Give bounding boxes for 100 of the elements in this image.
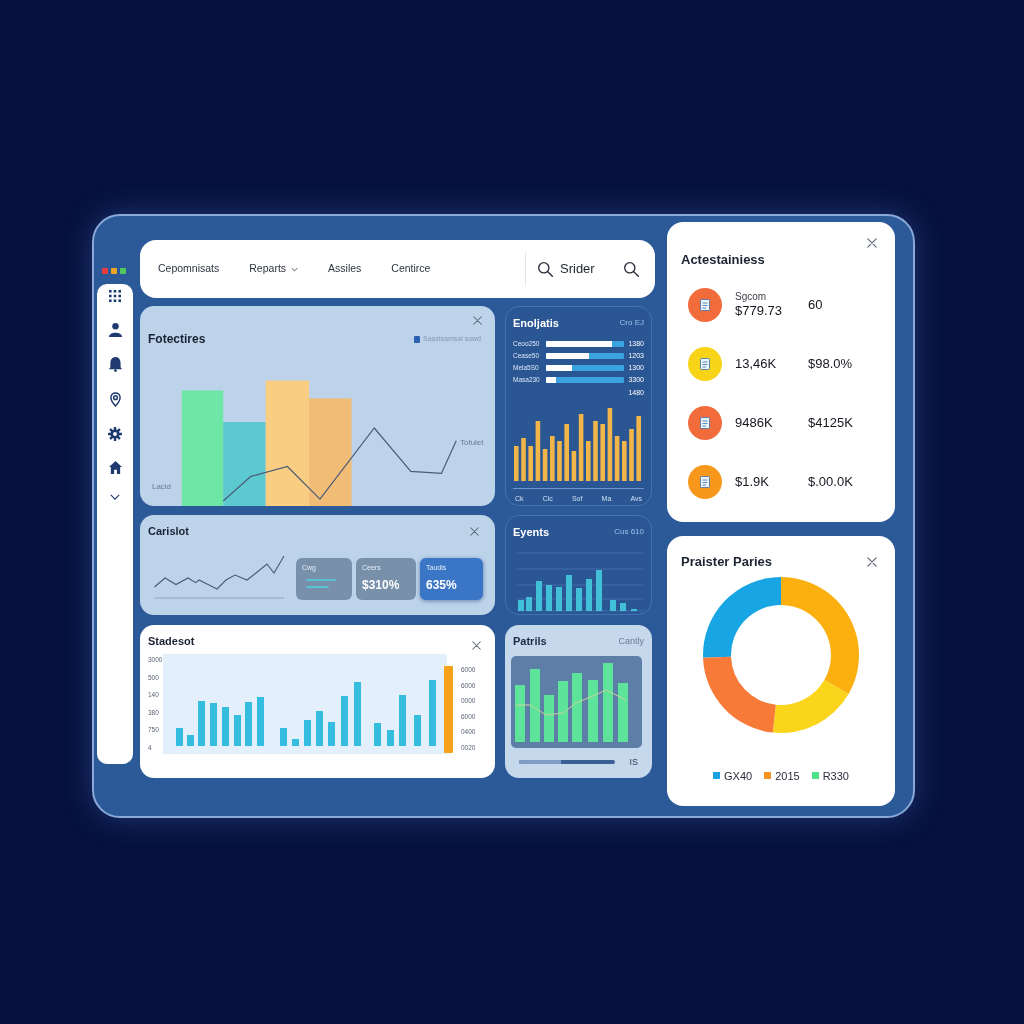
chart-bar [610,599,616,611]
chart-bar [257,697,264,746]
close-icon[interactable] [867,556,877,567]
chart-bar [399,695,406,746]
chart-bar [593,421,598,481]
close-icon[interactable] [867,238,877,248]
chart-bar [521,438,526,481]
card-title: Carislot [148,524,189,539]
chart-bar [316,711,323,746]
search-field[interactable]: Srider [560,259,614,279]
row-change: $98.0% [808,355,853,374]
chart-bar [429,680,436,746]
chart-bar [572,672,582,742]
chart-bar [198,701,205,746]
chevron-down-icon[interactable] [110,494,120,500]
nav-link[interactable]: Centirce [391,261,431,277]
chart-bar [596,569,602,611]
card-subtitle: Cro EJ [619,317,644,330]
bell-icon[interactable] [108,357,122,372]
line-label: Tofulet [460,437,484,447]
chart-bar [631,608,637,611]
chart-bar [636,416,641,481]
chart-bar [176,728,183,746]
axis-label: Lacid [152,482,171,492]
search-icon[interactable] [624,261,639,277]
chart-bar [518,599,524,611]
chart-bar [618,682,628,742]
row-value: $1.9K [735,474,770,490]
card-title: Stadesot [148,634,195,649]
caret-icon [291,266,299,272]
tile-value: $310% [362,577,401,594]
chart-bar [514,446,519,481]
scrollbar[interactable] [519,760,615,765]
chart-bar [374,723,381,746]
row-label: Sgcom [735,291,768,303]
grid-icon[interactable] [109,290,121,302]
chart-bar [528,446,533,481]
search-icon [538,261,553,277]
row-change: 60 [808,296,823,315]
home-icon[interactable] [108,461,122,474]
nav-link[interactable]: Cepomnisats [158,261,220,277]
row-change: $4125K [808,414,853,433]
card-title: Enoljatis [513,316,559,331]
chart-bar [354,682,361,746]
settings-icon[interactable] [108,427,122,441]
card-title: Patrils [513,634,547,649]
row-value: 9486K [735,415,774,431]
card-subtitle: Cantly [618,634,644,648]
card-subtitle: Cus 610 [614,526,644,539]
card-title: Fotectires [148,331,206,348]
text-lines-icon [306,579,336,588]
card-title: Eyents [513,525,550,540]
user-icon[interactable] [108,322,122,337]
chart-bar [546,584,552,611]
chart-bar [304,720,311,746]
chart-bar [292,739,299,746]
chart-bar [280,728,287,746]
chart-bar [556,586,562,611]
chart-bar [564,424,569,481]
chart-bar [187,735,194,746]
chart-bar [544,694,554,742]
legend-label: R330 [822,768,849,784]
chart-bar [620,602,626,611]
tile-value: 635% [426,577,458,594]
chart-bar [536,580,542,611]
chart-bar [328,722,335,746]
chart-bar [586,578,592,611]
chart-bar [622,441,627,481]
chart-bar [222,707,229,746]
chart-bar [557,441,562,481]
nav-dropdown[interactable]: Reparts [249,261,299,277]
chart-bar [576,587,582,611]
chart-bar [210,703,217,746]
card-title: Actestainiess [681,251,765,269]
chart-bar [566,574,572,611]
legend-label: GX40 [724,768,753,784]
chart-bar [629,429,634,481]
swatch-icon [414,335,421,343]
row-change: $.00.0K [808,473,853,492]
chart-bar [414,715,421,746]
close-icon[interactable] [473,316,482,325]
chart-bar [245,702,252,746]
pin-icon[interactable] [109,392,121,407]
chart-bar [586,441,591,481]
chart-bar [588,679,598,742]
legend-label: 2015 [775,768,800,784]
close-icon[interactable] [470,526,479,536]
card-title: Praister Paries [681,553,773,571]
nav-link[interactable]: Assiles [328,261,362,277]
row-value: 13,46K [735,356,778,372]
chart-bar [234,715,241,746]
chart-bar [526,596,532,611]
chart-bar [341,696,348,746]
chart-bar [515,684,525,742]
close-icon[interactable] [472,641,481,650]
chart-bar [600,424,605,481]
chart-bar [387,730,394,746]
row-value: $779.73 [735,303,783,319]
footer-label: IS [629,755,638,769]
chart-bar [558,680,568,742]
